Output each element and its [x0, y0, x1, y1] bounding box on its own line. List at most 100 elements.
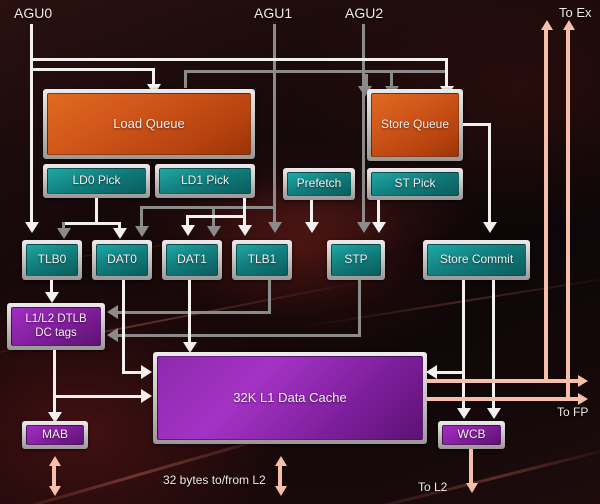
- label-agu1: AGU1: [254, 5, 293, 21]
- wire-agu1-trunk: [273, 24, 276, 223]
- wire-agu0-trunk: [30, 24, 33, 70]
- wire-dat1-down: [188, 280, 191, 344]
- arrow-stp-into-dtlb: [107, 328, 118, 342]
- arrow-stpick-into-stp: [372, 222, 386, 233]
- block-wcb-label: WCB: [442, 425, 501, 445]
- block-prefetch-label: Prefetch: [287, 172, 351, 196]
- block-store-commit-label: Store Commit: [427, 244, 526, 276]
- arrow-cache-l2-down: [275, 486, 287, 496]
- wire-storecommit-leg-right: [492, 280, 495, 411]
- wire-cache-l2: [278, 464, 282, 488]
- arrow-into-store-commit: [483, 222, 497, 233]
- block-ld1-pick[interactable]: LD1 Pick: [155, 164, 255, 198]
- block-dtlb-dc-tags[interactable]: L1/L2 DTLB DC tags: [7, 303, 105, 350]
- wire-ld0pick-spread: [62, 222, 120, 225]
- block-dtlb-dc-tags-text: L1/L2 DTLB DC tags: [11, 307, 101, 346]
- wire-dtlb-down: [53, 350, 56, 418]
- wire-agu1-branch-right: [184, 70, 446, 73]
- wire-gray-rail-down-left: [140, 206, 143, 228]
- block-dat1-label: DAT1: [166, 244, 218, 276]
- block-l1-data-cache[interactable]: 32K L1 Data Cache: [153, 352, 427, 444]
- wire-dat0-down: [122, 280, 125, 374]
- wire-cache-bus-lower: [427, 397, 581, 401]
- block-stp[interactable]: STP: [327, 240, 385, 280]
- arrow-mab-down: [49, 486, 61, 496]
- block-ld0-pick[interactable]: LD0 Pick: [43, 164, 150, 198]
- wire-agu1-branch-down: [184, 70, 187, 88]
- arrow-dat0-into-cache: [141, 365, 152, 379]
- block-mab[interactable]: MAB: [22, 421, 88, 449]
- label-agu2: AGU2: [345, 5, 384, 21]
- dtlb-line-2: DC tags: [35, 326, 77, 339]
- arrow-storecommit-into-cache: [426, 365, 437, 379]
- arrow-gray-into-dat1-right: [207, 226, 221, 237]
- block-stp-label: STP: [331, 244, 381, 276]
- wire-cache-bus-upper: [427, 379, 581, 383]
- wire-prefetch-down: [310, 200, 313, 224]
- arrow-to-ex-b: [563, 20, 575, 30]
- block-load-queue-label: Load Queue: [47, 93, 251, 155]
- arrow-tlb1-into-dtlb: [107, 305, 118, 319]
- label-l2-bandwidth: 32 bytes to/from L2: [163, 473, 266, 487]
- block-ld1-pick-label: LD1 Pick: [159, 168, 251, 194]
- wire-agu2-trunk: [362, 24, 365, 223]
- arrow-to-ex-a: [541, 20, 553, 30]
- block-store-commit[interactable]: Store Commit: [423, 240, 530, 280]
- wire-mab-l2: [52, 464, 56, 488]
- wire-wcb-to-l2: [469, 449, 473, 486]
- block-tlb1[interactable]: TLB1: [232, 240, 292, 280]
- wire-to-ex-riser-a: [544, 28, 548, 383]
- arrow-storecommit-into-wcb-a: [457, 408, 471, 419]
- wire-agu0-to-loadqueue: [30, 68, 155, 71]
- label-to-l2: To L2: [418, 480, 448, 494]
- label-to-ex: To Ex: [559, 5, 592, 20]
- arrow-into-tlb0: [25, 222, 39, 233]
- wire-top-rail: [30, 58, 448, 61]
- block-load-queue[interactable]: Load Queue: [43, 89, 255, 159]
- block-wcb[interactable]: WCB: [438, 421, 505, 449]
- wire-storecommit-leg-left: [462, 280, 465, 411]
- wire-pick-gray-rail: [140, 206, 274, 209]
- wire-tlb1-down: [268, 280, 271, 313]
- block-mab-label: MAB: [26, 425, 84, 445]
- wire-ld1pick-spread: [186, 215, 246, 218]
- block-tlb1-label: TLB1: [236, 244, 288, 276]
- wire-agu0-down: [30, 68, 33, 223]
- wire-storequeue-out: [463, 123, 491, 126]
- block-st-pick-label: ST Pick: [371, 172, 459, 196]
- arrow-gray-into-dat0-right: [135, 226, 149, 237]
- arrow-into-dtlb: [45, 292, 59, 303]
- arrow-into-dat1: [181, 225, 195, 236]
- arrow-into-tlb1: [238, 225, 252, 236]
- block-dat0[interactable]: DAT0: [92, 240, 152, 280]
- block-ld0-pick-label: LD0 Pick: [47, 168, 146, 194]
- arrow-agu2-into-stp: [357, 222, 371, 233]
- label-to-fp: To FP: [557, 405, 589, 419]
- wire-stp-down: [358, 280, 361, 336]
- block-tlb0[interactable]: TLB0: [22, 240, 82, 280]
- wire-top-rail-down: [445, 58, 448, 88]
- block-dat0-label: DAT0: [96, 244, 148, 276]
- diagram-canvas: AGU0 AGU1 AGU2 To Ex Load Queue Store Qu…: [0, 0, 600, 504]
- arrow-into-dat0: [113, 228, 127, 239]
- arrow-gray-into-tlb0-side: [57, 228, 71, 239]
- wire-to-ex-riser-b: [566, 28, 570, 401]
- block-st-pick[interactable]: ST Pick: [367, 168, 463, 200]
- arrow-prefetch-out: [305, 222, 319, 233]
- block-prefetch[interactable]: Prefetch: [283, 168, 355, 200]
- background-streak: [301, 274, 600, 328]
- arrow-dtlb-into-cache: [141, 389, 152, 403]
- wire-storequeue-down: [488, 123, 491, 223]
- arrow-bus-lower-right: [578, 393, 588, 405]
- block-dat1[interactable]: DAT1: [162, 240, 222, 280]
- arrow-storecommit-into-wcb-b: [487, 408, 501, 419]
- wire-tlb1-to-dtlb: [118, 311, 271, 314]
- block-store-queue[interactable]: Store Queue: [367, 89, 463, 161]
- arrow-wcb-to-l2: [466, 483, 478, 493]
- label-agu0: AGU0: [14, 5, 53, 21]
- block-l1-data-cache-label: 32K L1 Data Cache: [157, 356, 423, 440]
- wire-stpick-down: [377, 200, 380, 224]
- dtlb-line-1: L1/L2 DTLB: [25, 313, 87, 326]
- arrow-bus-upper-right: [578, 375, 588, 387]
- wire-dtlb-to-cache: [53, 395, 143, 398]
